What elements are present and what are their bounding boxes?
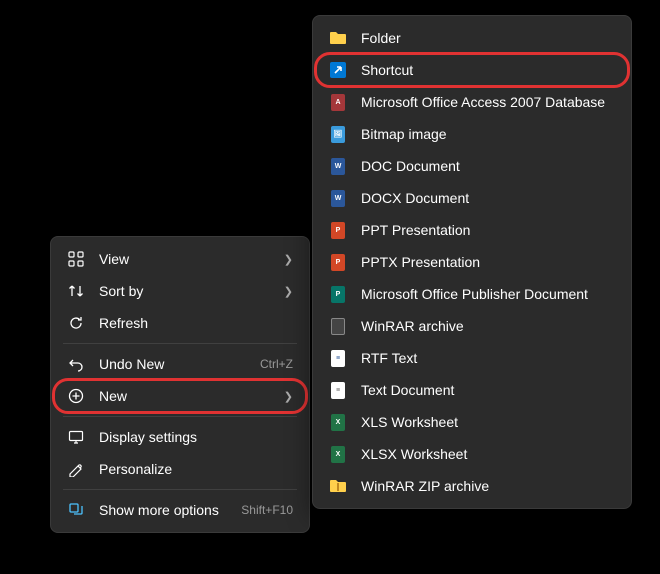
menu-label: Display settings	[99, 429, 293, 445]
submenu-item-winrar[interactable]: WinRAR archive	[317, 310, 627, 342]
submenu-item-doc[interactable]: W DOC Document	[317, 150, 627, 182]
submenu-item-zip[interactable]: WinRAR ZIP archive	[317, 470, 627, 502]
menu-divider	[63, 343, 297, 344]
menu-divider	[63, 489, 297, 490]
submenu-item-access[interactable]: A Microsoft Office Access 2007 Database	[317, 86, 627, 118]
menu-label: WinRAR archive	[361, 318, 615, 334]
submenu-item-shortcut[interactable]: Shortcut	[317, 54, 627, 86]
undo-icon	[67, 355, 85, 373]
bitmap-icon: 🖼	[329, 125, 347, 143]
menu-item-display[interactable]: Display settings	[55, 421, 305, 453]
menu-label: XLS Worksheet	[361, 414, 615, 430]
submenu-item-xlsx[interactable]: X XLSX Worksheet	[317, 438, 627, 470]
submenu-item-publisher[interactable]: P Microsoft Office Publisher Document	[317, 278, 627, 310]
excel-icon: X	[329, 445, 347, 463]
menu-label: PPT Presentation	[361, 222, 615, 238]
menu-item-undo[interactable]: Undo New Ctrl+Z	[55, 348, 305, 380]
menu-item-view[interactable]: View ❯	[55, 243, 305, 275]
menu-item-new[interactable]: New ❯	[55, 380, 305, 412]
menu-label: RTF Text	[361, 350, 615, 366]
chevron-right-icon: ❯	[284, 390, 293, 403]
menu-label: PPTX Presentation	[361, 254, 615, 270]
publisher-icon: P	[329, 285, 347, 303]
submenu-item-ppt[interactable]: P PPT Presentation	[317, 214, 627, 246]
menu-label: Microsoft Office Publisher Document	[361, 286, 615, 302]
menu-label: Text Document	[361, 382, 615, 398]
new-icon	[67, 387, 85, 405]
shortcut-icon	[329, 61, 347, 79]
access-icon: A	[329, 93, 347, 111]
powerpoint-icon: P	[329, 221, 347, 239]
menu-label: XLSX Worksheet	[361, 446, 615, 462]
menu-label: Microsoft Office Access 2007 Database	[361, 94, 615, 110]
menu-label: DOCX Document	[361, 190, 615, 206]
menu-label: Shortcut	[361, 62, 615, 78]
menu-label: Show more options	[99, 502, 241, 518]
menu-label: New	[99, 388, 284, 404]
submenu-item-xls[interactable]: X XLS Worksheet	[317, 406, 627, 438]
submenu-item-pptx[interactable]: P PPTX Presentation	[317, 246, 627, 278]
menu-label: Refresh	[99, 315, 293, 331]
menu-label: Bitmap image	[361, 126, 615, 142]
submenu-item-rtf[interactable]: ≡ RTF Text	[317, 342, 627, 374]
menu-label: View	[99, 251, 284, 267]
winrar-icon	[329, 317, 347, 335]
word-icon: W	[329, 157, 347, 175]
menu-label: Personalize	[99, 461, 293, 477]
menu-label: DOC Document	[361, 158, 615, 174]
zip-icon	[329, 477, 347, 495]
menu-label: Folder	[361, 30, 615, 46]
personalize-icon	[67, 460, 85, 478]
menu-item-sortby[interactable]: Sort by ❯	[55, 275, 305, 307]
view-icon	[67, 250, 85, 268]
menu-divider	[63, 416, 297, 417]
menu-shortcut: Ctrl+Z	[260, 357, 293, 371]
more-options-icon	[67, 501, 85, 519]
chevron-right-icon: ❯	[284, 253, 293, 266]
submenu-item-docx[interactable]: W DOCX Document	[317, 182, 627, 214]
sort-icon	[67, 282, 85, 300]
menu-label: Sort by	[99, 283, 284, 299]
menu-label: Undo New	[99, 356, 260, 372]
menu-item-more[interactable]: Show more options Shift+F10	[55, 494, 305, 526]
new-submenu: Folder Shortcut A Microsoft Office Acces…	[312, 15, 632, 509]
excel-icon: X	[329, 413, 347, 431]
word-icon: W	[329, 189, 347, 207]
display-icon	[67, 428, 85, 446]
menu-label: WinRAR ZIP archive	[361, 478, 615, 494]
text-icon: ≡	[329, 381, 347, 399]
submenu-item-bitmap[interactable]: 🖼 Bitmap image	[317, 118, 627, 150]
powerpoint-icon: P	[329, 253, 347, 271]
folder-icon	[329, 29, 347, 47]
rtf-icon: ≡	[329, 349, 347, 367]
refresh-icon	[67, 314, 85, 332]
submenu-item-txt[interactable]: ≡ Text Document	[317, 374, 627, 406]
chevron-right-icon: ❯	[284, 285, 293, 298]
context-menu: View ❯ Sort by ❯ Refresh Undo New Ctrl+Z…	[50, 236, 310, 533]
menu-item-refresh[interactable]: Refresh	[55, 307, 305, 339]
menu-shortcut: Shift+F10	[241, 503, 293, 517]
menu-item-personalize[interactable]: Personalize	[55, 453, 305, 485]
submenu-item-folder[interactable]: Folder	[317, 22, 627, 54]
